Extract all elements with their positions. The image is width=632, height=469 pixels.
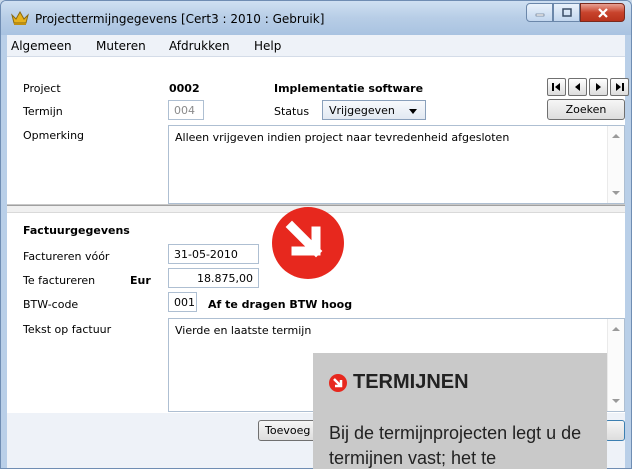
close-icon (597, 7, 608, 18)
arrow-badge-icon (272, 207, 344, 279)
chevron-down-icon (409, 109, 417, 114)
menu-bar: Algemeen Muteren Afdrukken Help (7, 35, 625, 57)
project-name: Implementatie software (274, 82, 424, 95)
previous-record-button[interactable] (568, 78, 587, 96)
btw-code-field[interactable]: 001 (168, 292, 197, 312)
previous-record-icon (575, 83, 580, 91)
btw-code-label: BTW-code (23, 298, 79, 311)
btw-description: Af te dragen BTW hoog (208, 298, 353, 311)
menu-muteren[interactable]: Muteren (96, 39, 146, 53)
last-record-icon (616, 83, 624, 91)
menu-afdrukken[interactable]: Afdrukken (169, 39, 230, 53)
callout-title: TERMIJNEN (329, 371, 469, 394)
zoeken-button[interactable]: Zoeken (547, 99, 625, 120)
opmerking-field[interactable]: Alleen vrijgeven indien project naar tev… (168, 125, 625, 204)
opmerking-value: Alleen vrijgeven indien project naar tev… (175, 131, 510, 144)
status-select[interactable]: Vrijgegeven (322, 100, 426, 120)
minimize-icon (535, 13, 544, 16)
factuur-heading: Factuurgegevens (23, 224, 130, 237)
currency-label: Eur (130, 274, 151, 287)
project-label: Project (23, 82, 61, 95)
window-controls (526, 3, 625, 23)
first-record-button[interactable] (547, 78, 566, 96)
callout-text: Bij de termijnprojecten legt u de termij… (329, 423, 582, 468)
scroll-up-icon (612, 327, 620, 331)
termijnen-callout: TERMIJNEN Bij de termijnprojecten legt u… (313, 353, 607, 469)
next-record-button[interactable] (589, 78, 608, 96)
next-record-icon (596, 83, 601, 91)
scroll-down-icon (612, 191, 620, 195)
menu-help[interactable]: Help (254, 39, 281, 53)
last-record-button[interactable] (610, 78, 629, 96)
partial-button[interactable] (605, 420, 625, 441)
tekst-op-factuur-value: Vierde en laatste termijn (175, 324, 312, 337)
termijn-label: Termijn (23, 105, 63, 118)
window-title: Projecttermijngegevens [Cert3 : 2010 : G… (35, 12, 325, 26)
factureren-voor-field[interactable]: 31-05-2010 (168, 244, 259, 264)
opmerking-label: Opmerking (23, 129, 85, 142)
close-button[interactable] (580, 3, 625, 22)
toevoegen-label: Toevoeg (265, 424, 311, 437)
maximize-button[interactable] (553, 3, 580, 22)
scroll-down-icon (612, 399, 620, 403)
crown-app-icon (11, 10, 29, 25)
tekst-scrollbar[interactable] (607, 319, 624, 411)
opmerking-scrollbar[interactable] (607, 126, 624, 203)
maximize-icon (561, 7, 572, 17)
menu-algemeen[interactable]: Algemeen (11, 39, 72, 53)
scroll-up-icon (612, 134, 620, 138)
status-label: Status (274, 105, 310, 118)
factureren-voor-label: Factureren vóór (23, 250, 110, 263)
minimize-button[interactable] (526, 3, 553, 22)
project-code: 0002 (169, 82, 200, 95)
first-record-icon (552, 83, 560, 91)
tekst-op-factuur-label: Tekst op factuur (23, 323, 112, 336)
arrow-down-right-icon (285, 220, 323, 258)
termijn-field[interactable]: 004 (168, 100, 204, 120)
te-factureren-label: Te factureren (23, 274, 96, 287)
record-navigation (547, 78, 629, 96)
callout-title-text: TERMIJNEN (353, 371, 469, 393)
title-bar[interactable]: Projecttermijngegevens [Cert3 : 2010 : G… (1, 1, 631, 35)
status-value: Vrijgegeven (329, 104, 395, 117)
arrow-bullet-icon (329, 373, 347, 392)
te-factureren-field[interactable]: 18.875,00 (168, 268, 259, 288)
